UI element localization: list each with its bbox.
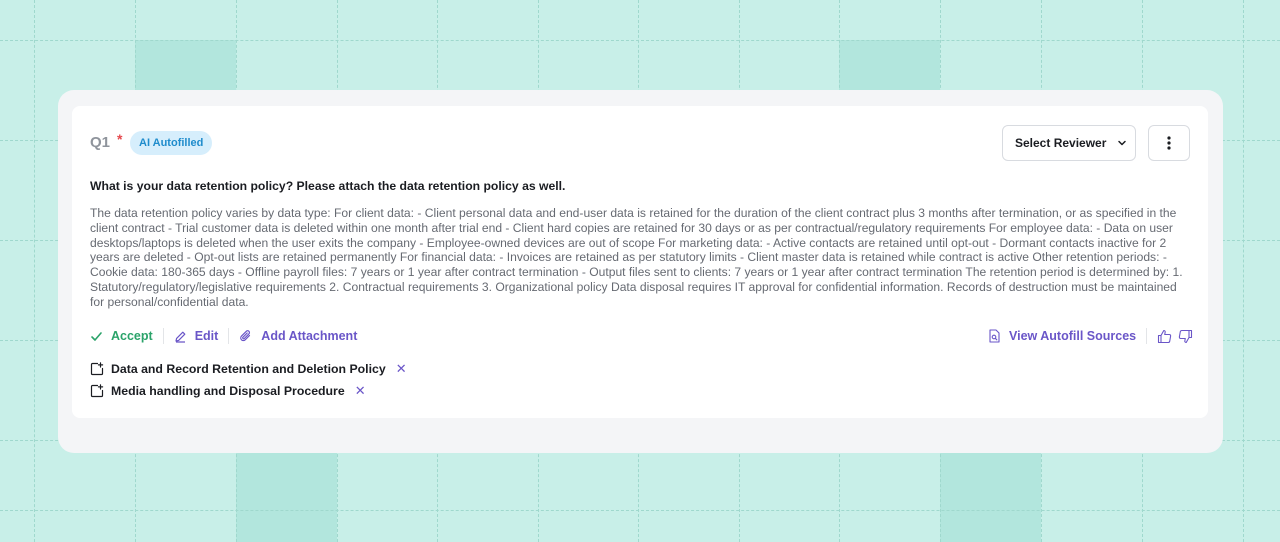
paperclip-icon (240, 330, 251, 342)
add-attachment-button[interactable]: Add Attachment (239, 329, 357, 343)
accept-button[interactable]: Accept (90, 329, 153, 343)
remove-attachment-button[interactable]: ✕ (355, 383, 366, 399)
document-link-icon (90, 362, 104, 376)
thumbs-up-icon[interactable] (1157, 329, 1172, 344)
edit-label: Edit (194, 329, 219, 343)
thumbs-down-icon[interactable] (1178, 329, 1193, 344)
divider (1146, 328, 1148, 344)
attachment-item[interactable]: Media handling and Disposal Procedure ✕ (90, 383, 407, 399)
add-attachment-label: Add Attachment (261, 329, 358, 343)
attachment-list: Data and Record Retention and Deletion P… (90, 361, 407, 405)
ai-autofilled-badge: AI Autofilled (130, 131, 213, 155)
attachment-name: Data and Record Retention and Deletion P… (111, 362, 386, 376)
pencil-icon (175, 331, 186, 343)
attachment-name: Media handling and Disposal Procedure (111, 384, 345, 398)
remove-attachment-button[interactable]: ✕ (396, 361, 407, 377)
edit-button[interactable]: Edit (174, 329, 219, 343)
attachment-item[interactable]: Data and Record Retention and Deletion P… (90, 361, 407, 377)
question-text: What is your data retention policy? Plea… (90, 179, 566, 193)
select-reviewer-label: Select Reviewer (1015, 136, 1107, 150)
more-vertical-icon (1167, 136, 1171, 150)
divider (228, 328, 230, 344)
answer-actions: Accept Edit Add Attachment (90, 327, 357, 345)
accept-label: Accept (111, 329, 153, 343)
autofill-actions: View Autofill Sources (988, 327, 1193, 345)
divider (162, 328, 164, 344)
document-link-icon (90, 384, 104, 398)
document-search-icon (989, 329, 1000, 343)
select-reviewer-dropdown[interactable]: Select Reviewer (1002, 125, 1136, 161)
check-icon (91, 331, 102, 341)
view-autofill-sources-label: View Autofill Sources (1009, 329, 1137, 343)
required-indicator: * (117, 131, 123, 147)
question-card: Q1 * AI Autofilled Select Reviewer What … (72, 106, 1208, 418)
chevron-down-icon (1118, 140, 1127, 146)
feedback-buttons (1157, 329, 1193, 344)
more-options-button[interactable] (1148, 125, 1190, 161)
question-number: Q1 (90, 134, 111, 151)
view-autofill-sources-button[interactable]: View Autofill Sources (988, 329, 1136, 343)
answer-text: The data retention policy varies by data… (90, 206, 1183, 309)
